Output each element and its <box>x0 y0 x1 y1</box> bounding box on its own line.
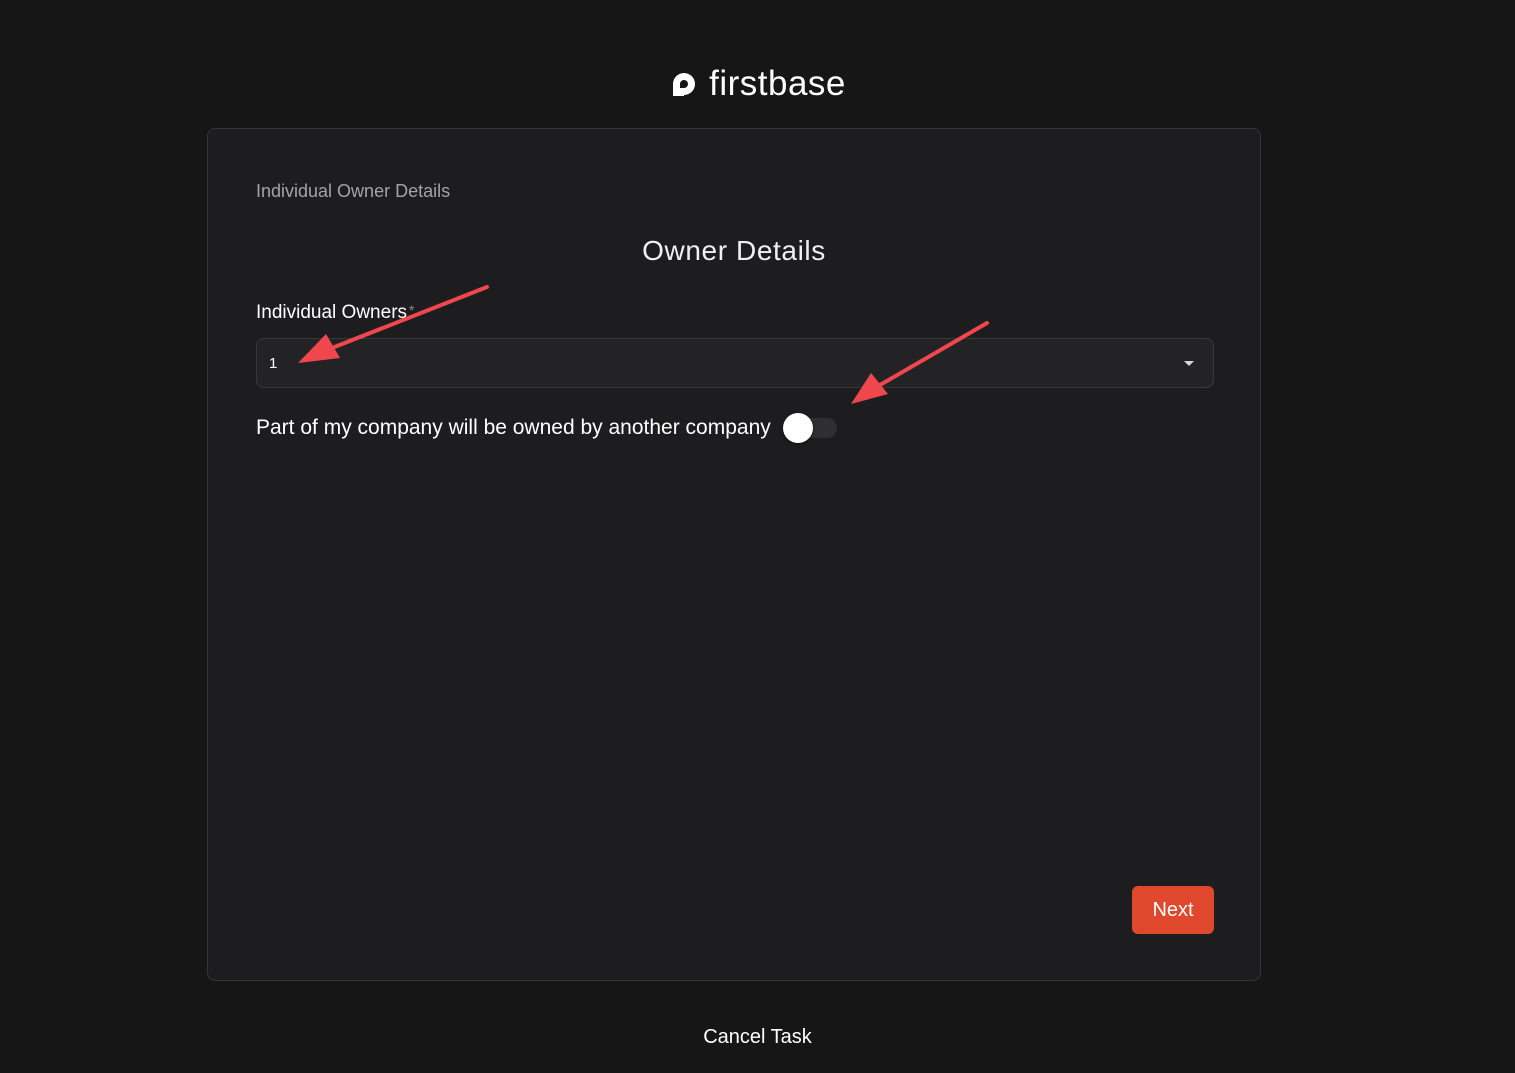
brand-header: firstbase <box>0 64 1515 104</box>
firstbase-logo-icon <box>673 73 696 96</box>
brand-name: firstbase <box>709 64 846 103</box>
company-owner-toggle-label: Part of my company will be owned by anot… <box>256 416 771 439</box>
company-owner-toggle-row: Part of my company will be owned by anot… <box>256 413 837 443</box>
individual-owners-label-text: Individual Owners <box>256 302 408 323</box>
individual-owners-label: Individual Owners * <box>256 302 414 324</box>
toggle-knob <box>782 413 813 443</box>
page-title: Owner Details <box>642 235 826 266</box>
step-label: Individual Owner Details <box>256 181 451 201</box>
page: firstbase Individual Owner Details Owner… <box>0 0 1515 1073</box>
cancel-task-link[interactable]: Cancel Task <box>0 1026 1515 1049</box>
company-owner-toggle[interactable] <box>782 413 837 443</box>
required-marker: * <box>409 302 415 318</box>
caret-down-icon <box>1184 361 1194 366</box>
next-button[interactable]: Next <box>1132 886 1214 934</box>
individual-owners-select[interactable]: 1 <box>256 338 1214 388</box>
individual-owners-value: 1 <box>269 355 278 372</box>
owner-details-card: Individual Owner Details Owner Details I… <box>207 128 1261 981</box>
